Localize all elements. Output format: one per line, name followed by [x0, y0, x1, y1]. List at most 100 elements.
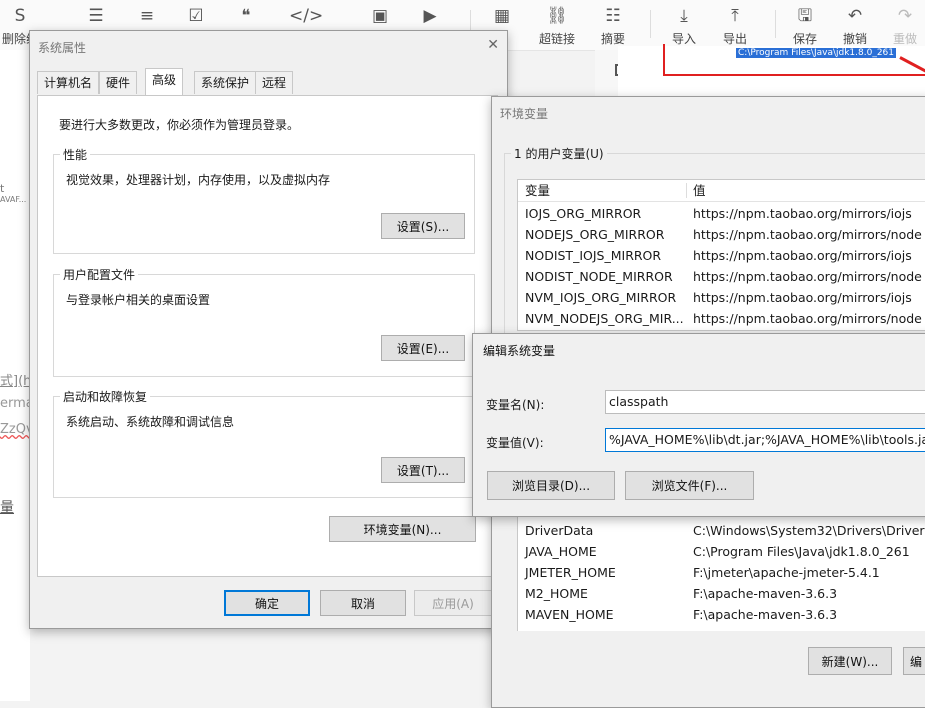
toolbar-separator [775, 10, 776, 38]
admin-notice: 要进行大多数更改，你必须作为管理员登录。 [59, 118, 300, 132]
export-button[interactable]: ⤒ 导出 [713, 4, 757, 46]
tab-remote[interactable]: 远程 [255, 71, 294, 94]
table-row[interactable]: M2_HOME F:\apache-maven-3.6.3 [518, 583, 925, 604]
table-row[interactable]: JAVA_HOME C:\Program Files\Java\jdk1.8.0_… [518, 541, 925, 562]
ok-button[interactable]: 确定 [224, 590, 310, 616]
window-title: 系统属性 [38, 41, 87, 55]
editor-fragment: 量 [0, 500, 14, 516]
summary-button[interactable]: ☷ 摘要 [591, 4, 635, 46]
column-header-value[interactable]: 值 [693, 180, 706, 201]
environment-variables-button[interactable]: 环境变量(N)... [329, 516, 476, 542]
apply-button[interactable]: 应用(A) [414, 590, 492, 616]
system-variables-table: DriverData C:\Windows\System32\Drivers\Dr… [517, 501, 925, 631]
startup-recovery-group: 启动和故障恢复 系统启动、系统故障和调试信息 设置(T)... [53, 388, 475, 498]
variable-value-cell: https://npm.taobao.org/mirrors/node [693, 227, 922, 242]
save-icon: 🖫 [797, 6, 813, 26]
variable-name-cell: IOJS_ORG_MIRROR [525, 206, 642, 221]
import-button[interactable]: ⤓ 导入 [662, 4, 706, 46]
variable-value-cell: C:\Windows\System32\Drivers\DriverData [693, 523, 925, 538]
variable-value-cell: https://npm.taobao.org/mirrors/node [693, 269, 922, 284]
table-row[interactable]: DriverData C:\Windows\System32\Drivers\Dr… [518, 520, 925, 541]
toolbar-label: 超链接 [538, 32, 575, 46]
performance-settings-button[interactable]: 设置(S)... [381, 213, 465, 239]
browse-file-button[interactable]: 浏览文件(F)... [625, 471, 754, 500]
editor-fragment: AVAF... [0, 195, 27, 204]
table-row[interactable]: NODEJS_ORG_MIRROR https://npm.taobao.org/… [518, 224, 925, 245]
strikethrough-icon: S [14, 6, 26, 26]
video-icon: ▶ [423, 6, 437, 26]
variable-value-cell: https://npm.taobao.org/mirrors/iojs [693, 206, 912, 221]
variable-name-label: 变量名(N): [486, 398, 545, 412]
performance-group: 性能 视觉效果，处理器计划，内存使用，以及虚拟内存 设置(S)... [53, 146, 475, 254]
table-row[interactable]: JMETER_HOME F:\jmeter\apache-jmeter-5.4.1 [518, 562, 925, 583]
numbered-list-icon: ≡ [139, 6, 155, 26]
link-button[interactable]: ⛓ 超链接 [535, 4, 579, 46]
variable-value-cell: F:\apache-maven-3.6.3 [693, 586, 838, 601]
table-row[interactable]: NODIST_NODE_MIRROR https://npm.taobao.org… [518, 266, 925, 287]
window-title: 环境变量 [500, 107, 549, 121]
new-variable-button[interactable]: 新建(W)... [808, 647, 892, 675]
advanced-tab-panel: 要进行大多数更改，你必须作为管理员登录。 性能 视觉效果，处理器计划，内存使用，… [37, 95, 498, 577]
variable-value-label: 变量值(V): [486, 436, 544, 450]
toolbar-label: 摘要 [600, 32, 625, 46]
variable-name-cell: JAVA_HOME [525, 544, 597, 559]
undo-icon: ↶ [847, 6, 863, 26]
image-icon: ▣ [371, 6, 389, 26]
variable-value-cell: C:\Program Files\Java\jdk1.8.0_261 [693, 544, 910, 559]
variable-value-input[interactable]: %JAVA_HOME%\lib\dt.jar;%JAVA_HOME%\lib\t… [605, 428, 925, 452]
tab-system-protection[interactable]: 系统保护 [194, 71, 257, 94]
save-button[interactable]: 🖫 保存 [783, 4, 827, 46]
group-description: 与登录帐户相关的桌面设置 [66, 293, 211, 307]
variable-name-cell: M2_HOME [525, 586, 588, 601]
system-properties-window: 系统属性 ✕ 计算机名 硬件 高级 系统保护 远程 要进行大多数更改，你必须作为… [29, 30, 508, 629]
user-variables-label: 1 的用户变量(U) [511, 145, 607, 162]
cancel-button[interactable]: 取消 [320, 590, 406, 616]
table-row[interactable]: MAVEN_HOME F:\apache-maven-3.6.3 [518, 604, 925, 625]
column-header-variable[interactable]: 变量 [525, 180, 550, 201]
variable-value-cell: https://npm.taobao.org/mirrors/iojs [693, 290, 912, 305]
group-legend: 启动和故障恢复 [60, 388, 151, 405]
toolbar-separator [650, 10, 651, 38]
export-icon: ⤒ [731, 6, 739, 26]
variable-name-cell: NODIST_IOJS_MIRROR [525, 248, 662, 263]
browse-directory-button[interactable]: 浏览目录(D)... [487, 471, 615, 500]
table-header: 变量 值 [518, 180, 925, 202]
editor-fragment: t [0, 182, 5, 195]
variable-name-cell: NODIST_NODE_MIRROR [525, 269, 673, 284]
variable-name-cell: NVM_IOJS_ORG_MIRROR [525, 290, 677, 305]
variable-value-cell: https://npm.taobao.org/mirrors/iojs [693, 248, 912, 263]
tab-hardware[interactable]: 硬件 [99, 71, 138, 94]
variable-name-cell: MAVEN_HOME [525, 607, 614, 622]
summary-icon: ☷ [605, 6, 621, 26]
variable-value-cell: https://npm.taobao.org/mirrors/node [693, 311, 922, 326]
dialog-title: 编辑系统变量 [483, 344, 556, 358]
variable-name-cell: JMETER_HOME [525, 565, 616, 580]
redo-icon: ↷ [897, 6, 913, 26]
table-row[interactable]: IOJS_ORG_MIRROR https://npm.taobao.org/mi… [518, 203, 925, 224]
profile-settings-button[interactable]: 设置(E)... [381, 335, 465, 361]
group-description: 系统启动、系统故障和调试信息 [66, 415, 235, 429]
user-variables-table: 变量 值 IOJS_ORG_MIRROR https://npm.taobao.o… [517, 179, 925, 331]
startup-settings-button[interactable]: 设置(T)... [381, 457, 465, 483]
group-description: 视觉效果，处理器计划，内存使用，以及虚拟内存 [66, 173, 331, 187]
table-row[interactable]: NODIST_IOJS_MIRROR https://npm.taobao.org… [518, 245, 925, 266]
address-bar-path[interactable]: C:\Program Files\Java\jdk1.8.0_261 [736, 48, 897, 58]
close-icon[interactable]: ✕ [487, 37, 499, 53]
table-icon: ▦ [493, 6, 511, 26]
edit-variable-button[interactable]: 编 [903, 647, 925, 675]
tab-advanced[interactable]: 高级 [145, 68, 184, 95]
variable-name-cell: NVM_NODEJS_ORG_MIR... [525, 311, 684, 326]
variable-value-cell: F:\apache-maven-3.6.3 [693, 607, 838, 622]
undo-button[interactable]: ↶ 撤销 [833, 4, 877, 46]
variable-value-cell: F:\jmeter\apache-jmeter-5.4.1 [693, 565, 880, 580]
group-legend: 性能 [60, 146, 91, 163]
edit-system-variable-dialog: 编辑系统变量 变量名(N): classpath 变量值(V): %JAVA_H… [472, 333, 925, 517]
tab-computer-name[interactable]: 计算机名 [37, 71, 100, 94]
table-row[interactable]: NVM_IOJS_ORG_MIRROR https://npm.taobao.or… [518, 287, 925, 308]
redo-button[interactable]: ↷ 重做 [883, 4, 925, 46]
table-row[interactable]: NVM_NODEJS_ORG_MIR... https://npm.taobao.… [518, 308, 925, 329]
bullet-list-icon: ☰ [88, 6, 104, 26]
variable-name-input[interactable]: classpath [605, 390, 925, 414]
import-icon: ⤓ [680, 6, 688, 26]
variable-name-cell: DriverData [525, 523, 594, 538]
